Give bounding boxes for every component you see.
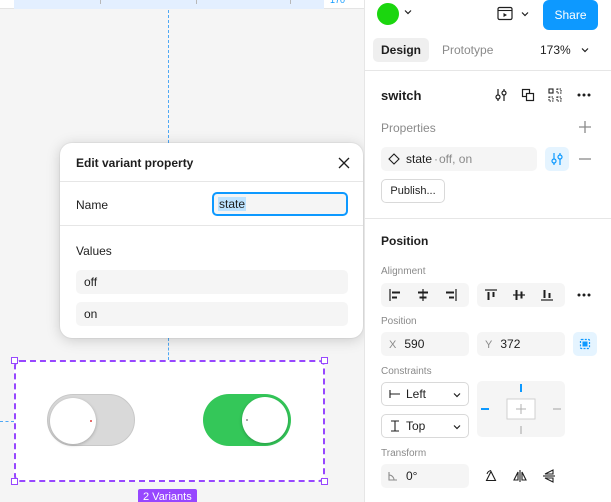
flip-horizontal-icon[interactable] bbox=[508, 464, 532, 488]
rotation-field[interactable]: 0° bbox=[381, 464, 469, 488]
flip-vertical-icon[interactable] bbox=[537, 464, 561, 488]
divider bbox=[60, 181, 363, 182]
chevron-down-icon bbox=[452, 422, 462, 432]
align-middle-icon[interactable] bbox=[505, 283, 533, 307]
align-left-icon[interactable] bbox=[381, 283, 409, 307]
avatar[interactable] bbox=[377, 3, 399, 25]
name-input-value: state bbox=[218, 197, 247, 211]
resize-handle[interactable] bbox=[321, 357, 328, 364]
alignment-label: Alignment bbox=[381, 266, 426, 277]
resize-handle[interactable] bbox=[321, 478, 328, 485]
align-right-icon[interactable] bbox=[437, 283, 465, 307]
variant-property-name: state bbox=[406, 152, 433, 166]
knob-marker bbox=[246, 419, 248, 421]
close-icon[interactable] bbox=[336, 155, 352, 171]
property-settings-icon[interactable] bbox=[545, 147, 569, 171]
x-prefix: X bbox=[389, 339, 397, 351]
ruler-tick bbox=[196, 0, 197, 4]
rotation-angle-icon bbox=[388, 471, 398, 481]
name-label: Name bbox=[76, 198, 109, 212]
variant-property-chip[interactable]: state · off, on bbox=[381, 147, 537, 171]
x-position-field[interactable]: X 590 bbox=[381, 332, 469, 356]
variant-diamond-icon bbox=[388, 153, 400, 165]
ruler-tick bbox=[100, 0, 101, 4]
chevron-down-icon bbox=[452, 390, 462, 400]
chevron-down-icon[interactable] bbox=[520, 9, 530, 19]
ruler-value: 170 bbox=[330, 0, 346, 5]
variant-property-values: off, on bbox=[439, 152, 473, 166]
value-item-off[interactable]: off bbox=[76, 270, 348, 294]
divider bbox=[365, 70, 611, 71]
app-window: 170 2 Variants Edit variant property Nam… bbox=[0, 0, 611, 502]
tab-design[interactable]: Design bbox=[373, 38, 430, 62]
values-label: Values bbox=[76, 244, 112, 258]
switch-variant-on[interactable] bbox=[203, 394, 291, 446]
chevron-down-icon[interactable] bbox=[580, 45, 590, 55]
smart-guide-vertical bbox=[168, 10, 169, 143]
share-button[interactable]: Share bbox=[543, 0, 598, 30]
edit-variant-property-dialog: Edit variant property Name state Values … bbox=[60, 143, 363, 338]
more-icon[interactable] bbox=[572, 283, 596, 307]
remove-property-icon[interactable] bbox=[573, 147, 597, 171]
position-section-title: Position bbox=[381, 234, 429, 248]
ruler-tick bbox=[290, 0, 291, 4]
absolute-position-icon[interactable] bbox=[573, 332, 597, 356]
tab-prototype[interactable]: Prototype bbox=[434, 38, 501, 62]
component-name: switch bbox=[381, 88, 422, 103]
position-label: Position bbox=[381, 316, 417, 327]
properties-panel: Share Design Prototype 173% switch Prope… bbox=[364, 0, 611, 502]
rotate-icon[interactable] bbox=[479, 464, 503, 488]
knob-marker bbox=[90, 420, 92, 422]
variants-badge[interactable]: 2 Variants bbox=[138, 489, 197, 502]
constraints-label: Constraints bbox=[381, 366, 432, 377]
value-item-on[interactable]: on bbox=[76, 302, 348, 326]
horizontal-align-group bbox=[381, 283, 469, 307]
constraint-vertical-icon bbox=[390, 420, 400, 432]
component-properties-icon[interactable] bbox=[489, 83, 513, 107]
divider bbox=[60, 225, 363, 226]
resize-handle[interactable] bbox=[11, 357, 18, 364]
resize-handle[interactable] bbox=[11, 478, 18, 485]
present-icon[interactable] bbox=[496, 5, 514, 23]
ruler-selection-range bbox=[14, 0, 324, 9]
constraint-horizontal-value: Left bbox=[406, 387, 427, 401]
align-top-icon[interactable] bbox=[477, 283, 505, 307]
divider bbox=[365, 218, 611, 219]
align-bottom-icon[interactable] bbox=[533, 283, 561, 307]
smart-guide-vertical bbox=[168, 338, 169, 360]
y-prefix: Y bbox=[485, 339, 493, 351]
y-position-field[interactable]: Y 372 bbox=[477, 332, 565, 356]
instance-swap-icon[interactable] bbox=[516, 83, 540, 107]
transform-label: Transform bbox=[381, 448, 427, 459]
zoom-level[interactable]: 173% bbox=[540, 38, 571, 62]
property-name-input[interactable]: state bbox=[212, 192, 348, 216]
properties-section-title: Properties bbox=[381, 121, 436, 135]
switch-knob bbox=[50, 398, 96, 444]
smart-guide-horizontal bbox=[0, 421, 14, 422]
variant-property-dot: · bbox=[434, 152, 438, 166]
constraint-vertical-value: Top bbox=[406, 419, 426, 433]
switch-knob bbox=[242, 397, 288, 443]
variants-grid-icon[interactable] bbox=[543, 83, 567, 107]
switch-variant-off[interactable] bbox=[47, 394, 135, 446]
y-value: 372 bbox=[500, 337, 521, 351]
top-ruler: 170 bbox=[0, 0, 364, 9]
chevron-down-icon[interactable] bbox=[403, 7, 413, 17]
vertical-align-group bbox=[477, 283, 565, 307]
dialog-title: Edit variant property bbox=[76, 156, 194, 170]
add-property-icon[interactable] bbox=[573, 115, 597, 139]
x-value: 590 bbox=[404, 337, 425, 351]
horizontal-constraint-select[interactable]: Left bbox=[381, 382, 469, 406]
vertical-constraint-select[interactable]: Top bbox=[381, 414, 469, 438]
constraints-widget[interactable] bbox=[477, 381, 565, 437]
rotation-value: 0° bbox=[406, 469, 418, 483]
constraint-horizontal-icon bbox=[389, 389, 401, 399]
more-icon[interactable] bbox=[572, 83, 596, 107]
publish-button[interactable]: Publish... bbox=[381, 179, 445, 203]
align-center-horizontal-icon[interactable] bbox=[409, 283, 437, 307]
